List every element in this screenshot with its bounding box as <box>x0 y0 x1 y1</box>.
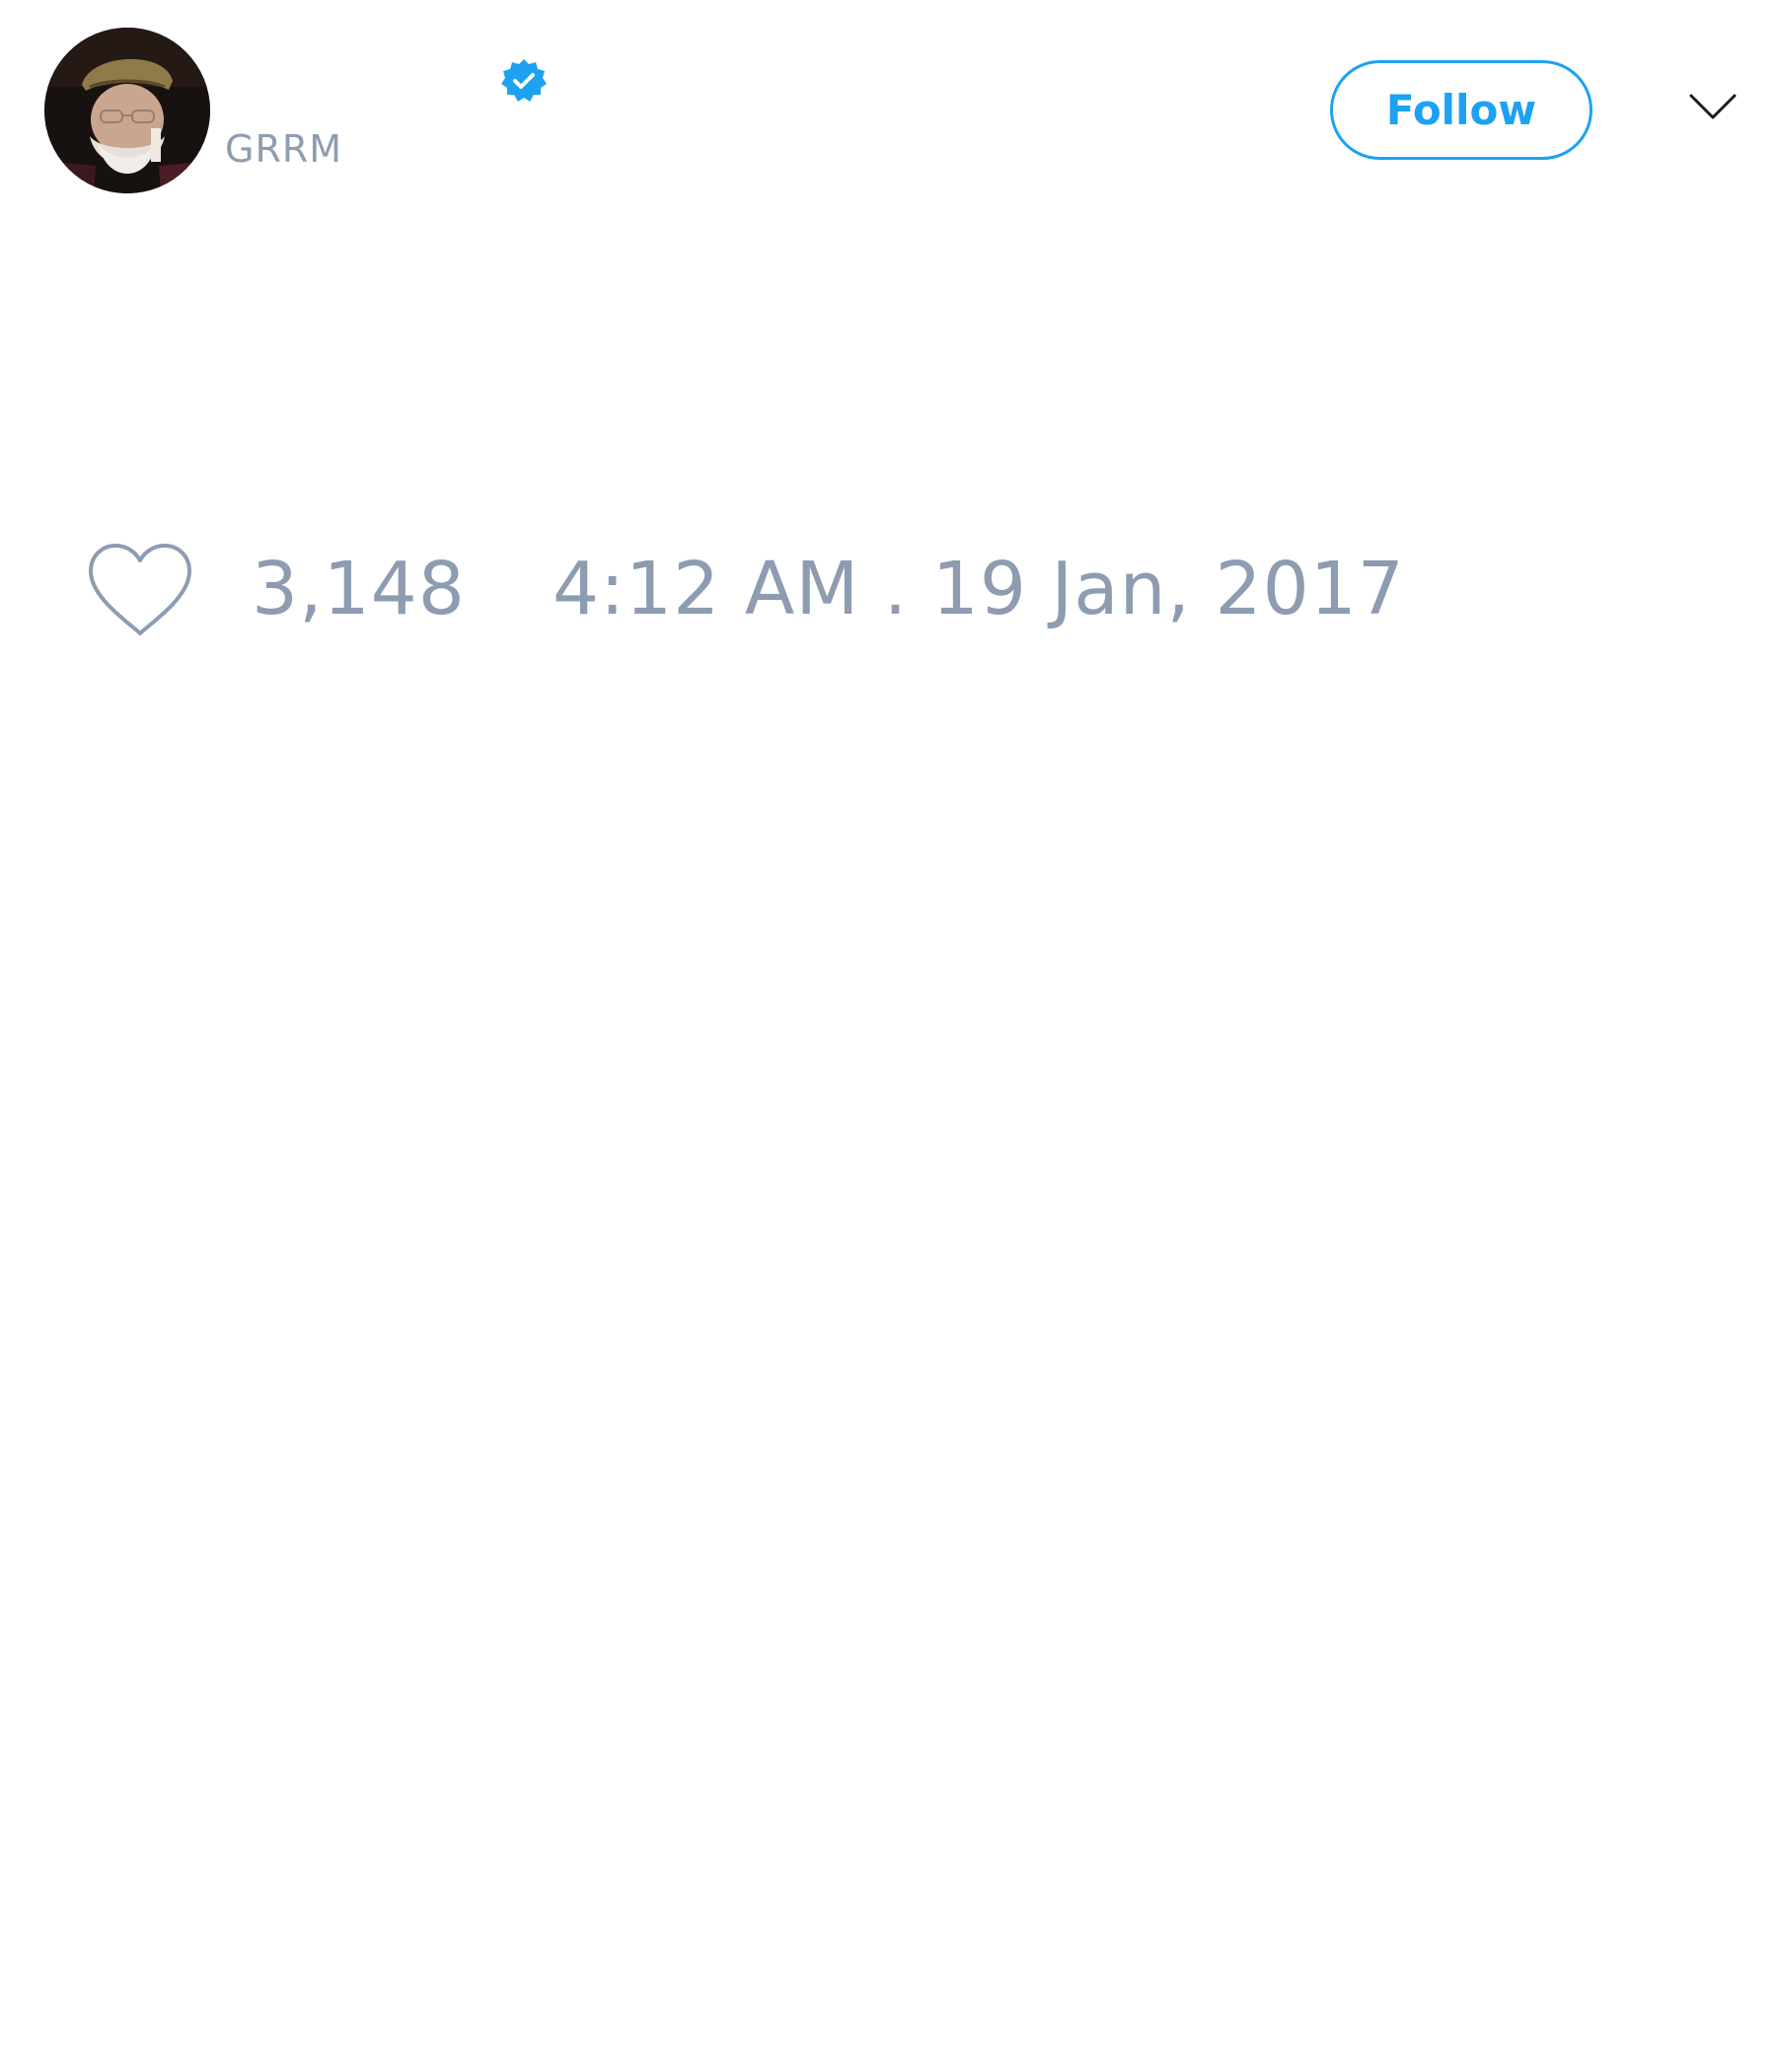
avatar-photo <box>44 28 210 193</box>
like-count: 3,148 <box>252 547 466 631</box>
author-handle[interactable]: GRRM <box>225 127 342 171</box>
tweet-timestamp[interactable]: 4:12 AM . 19 Jan, 2017 <box>553 548 1405 630</box>
follow-button[interactable]: Follow <box>1330 60 1592 160</box>
tweet-card: GRRM Follow 3,148 4:12 AM . 19 Jan, 2017 <box>0 0 1776 2072</box>
verified-badge-icon <box>500 57 548 105</box>
heart-outline-icon[interactable] <box>85 541 195 639</box>
chevron-down-icon[interactable] <box>1687 87 1739 128</box>
avatar[interactable] <box>44 28 210 193</box>
